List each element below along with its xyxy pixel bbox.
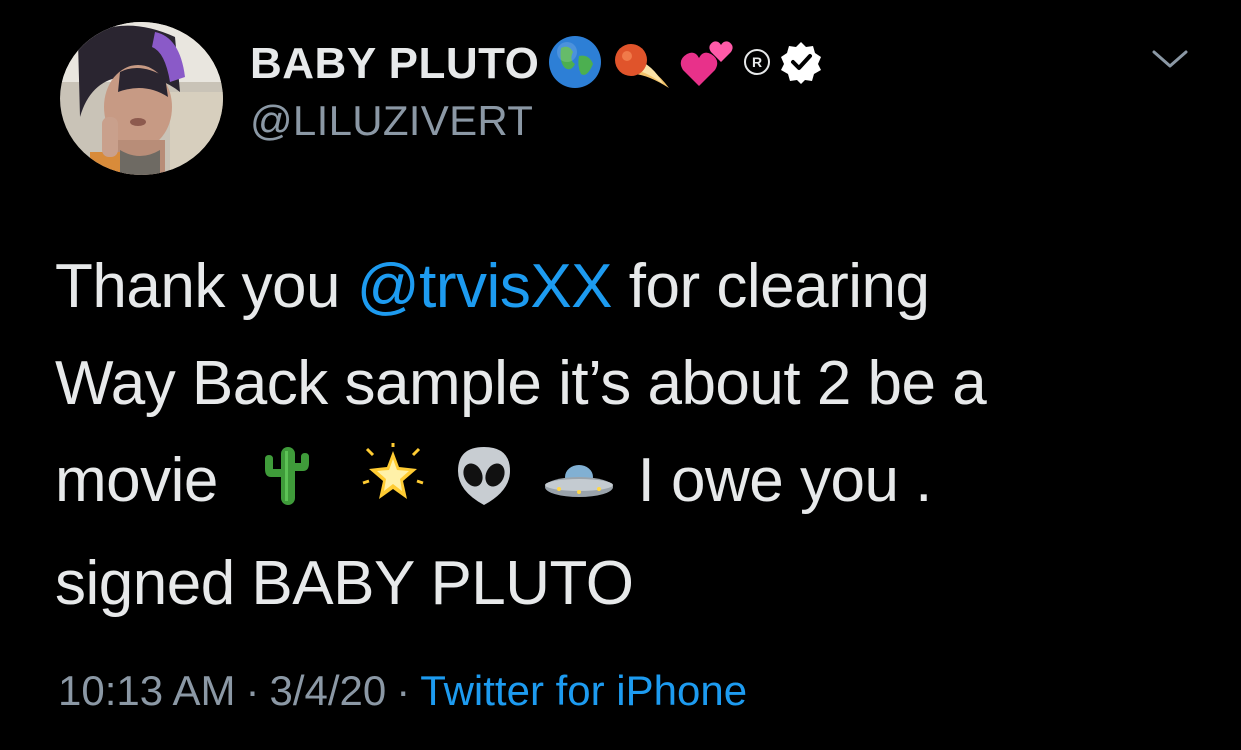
tweet-date[interactable]: 3/4/20 — [269, 667, 386, 714]
tweet-text-part: Thank you — [55, 252, 357, 321]
tweet-line-2: Way Back sample it’s about 2 be a — [55, 349, 987, 418]
author-handle[interactable]: @LILUZIVERT — [250, 97, 533, 145]
tweet-line-4: signed BABY PLUTO — [55, 549, 634, 618]
author-display-name[interactable]: BABY PLUTO — [250, 39, 539, 89]
registered-icon: R — [743, 48, 771, 81]
tweet-meta: 10:13 AM · 3/4/20 · Twitter for iPhone — [58, 667, 747, 715]
svg-text:R: R — [752, 54, 762, 70]
comet-icon — [611, 34, 671, 95]
globe-icon — [547, 34, 603, 95]
glowing-star-icon — [361, 438, 425, 535]
mention-link[interactable]: @trvisXX — [357, 252, 613, 321]
tweet-text-part: I owe you . — [637, 446, 933, 515]
meta-separator: · — [396, 667, 411, 714]
tweet-text-part: movie — [55, 446, 218, 515]
ufo-icon — [543, 438, 615, 535]
tweet-card: BABY PLUTO R @LILUZIVERT Thank you @trvi… — [0, 0, 1241, 750]
cactus-icon — [257, 438, 317, 535]
verified-badge-icon — [779, 40, 823, 89]
meta-separator: · — [245, 667, 260, 714]
tweet-time[interactable]: 10:13 AM — [58, 667, 235, 714]
avatar[interactable] — [60, 22, 223, 175]
avatar-image — [60, 22, 223, 175]
two-hearts-icon — [679, 34, 735, 95]
tweet-line-1: Thank you @trvisXX for clearing — [55, 238, 1205, 335]
tweet-line-3: movie I owe you . — [55, 432, 1205, 535]
chevron-down-icon[interactable] — [1150, 44, 1190, 74]
author-name-row: BABY PLUTO R — [250, 34, 823, 95]
alien-icon — [454, 438, 514, 535]
tweet-text-part: for clearing — [612, 252, 930, 321]
tweet-source-link[interactable]: Twitter for iPhone — [420, 667, 747, 714]
tweet-text: Thank you @trvisXX for clearing Way Back… — [55, 238, 1205, 632]
